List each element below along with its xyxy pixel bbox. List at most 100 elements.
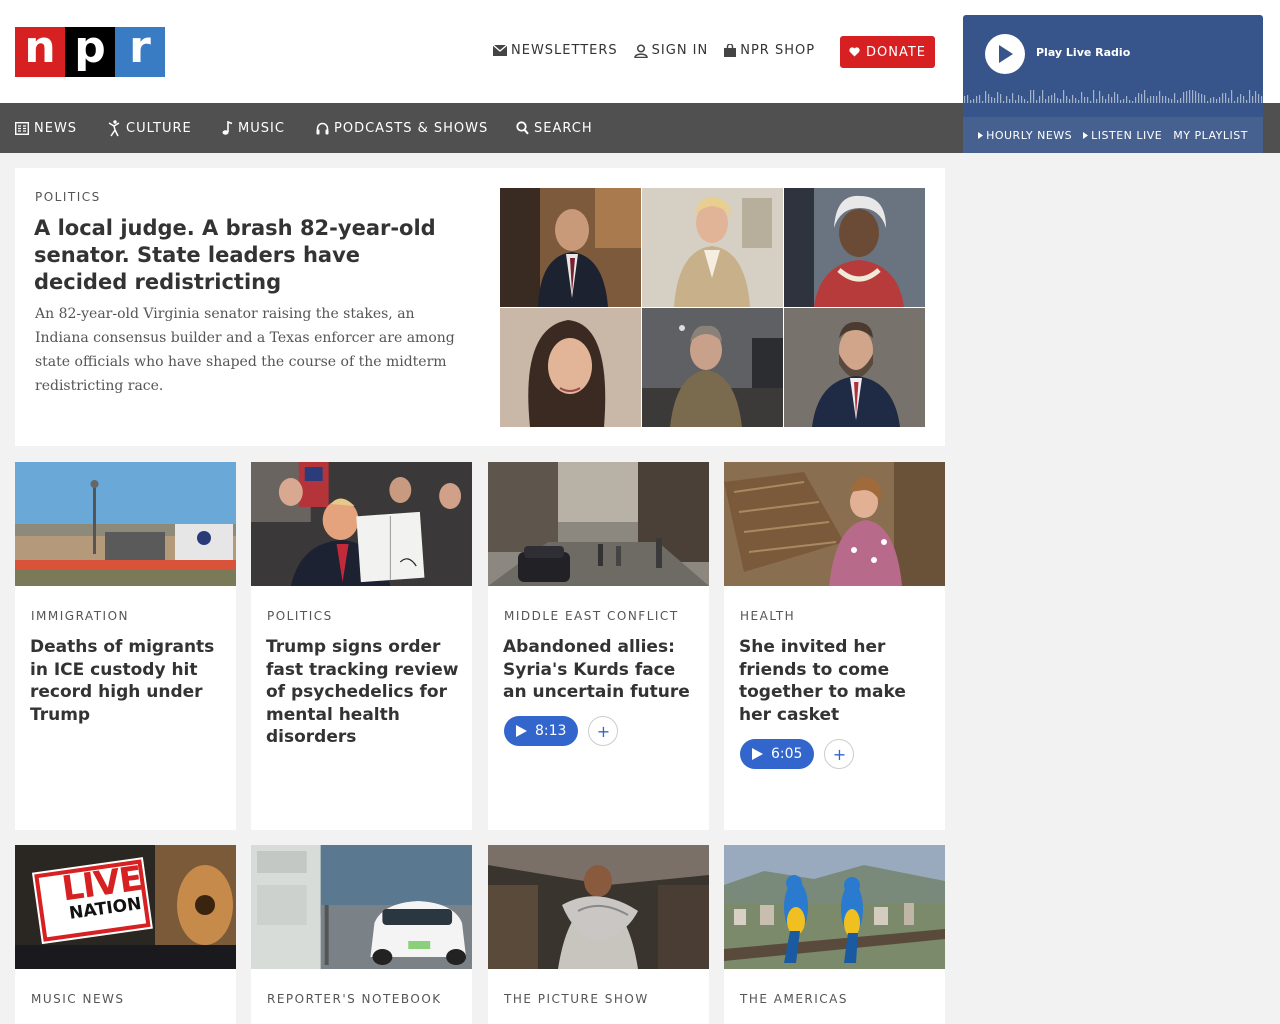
waveform-bar — [988, 94, 990, 103]
photo-official-5 — [642, 308, 783, 427]
listen-live-label: LISTEN LIVE — [1091, 128, 1163, 142]
story-image-signing[interactable] — [251, 462, 472, 586]
newsletters-link[interactable]: NEWSLETTERS — [493, 43, 618, 58]
waveform-bar — [1171, 99, 1173, 103]
story-card[interactable]: THE PICTURE SHOW — [488, 845, 709, 1024]
donate-button[interactable]: DONATE — [840, 36, 935, 68]
nav-item-culture[interactable]: CULTURE — [108, 103, 192, 153]
waveform-bar — [1117, 94, 1119, 103]
story-card[interactable]: MIDDLE EAST CONFLICT Abandoned allies: S… — [488, 462, 709, 830]
card-kicker[interactable]: MUSIC NEWS — [31, 992, 125, 1006]
waveform-bar — [1156, 96, 1158, 103]
add-to-playlist-button[interactable]: + — [588, 716, 619, 746]
nav-label-news: NEWS — [34, 120, 78, 136]
nav-item-music[interactable]: MUSIC — [222, 103, 285, 153]
play-audio-button[interactable]: 6:05 — [740, 739, 815, 769]
photo-official-2 — [642, 188, 783, 307]
nav-item-news[interactable]: NEWS — [15, 103, 77, 153]
play-icon — [999, 45, 1013, 63]
waveform-bar — [1180, 98, 1182, 103]
hourly-news-link[interactable]: HOURLY NEWS — [978, 129, 1072, 142]
waveform-bar — [1084, 97, 1086, 103]
card-headline[interactable]: Trump signs order fast tracking review o… — [266, 636, 461, 749]
photo-official-3 — [784, 188, 925, 307]
sign-in-label: SIGN IN — [651, 43, 709, 58]
waveform-bar — [1114, 92, 1116, 103]
my-playlist-label: MY PLAYLIST — [1173, 128, 1248, 142]
story-card[interactable]: HEALTH She invited her friends to come t… — [724, 462, 945, 830]
waveform-bar — [1120, 100, 1122, 103]
waveform-bar — [970, 100, 972, 103]
card-headline[interactable]: She invited her friends to come together… — [739, 636, 934, 726]
story-card[interactable]: IMMIGRATION Deaths of migrants in ICE cu… — [15, 462, 236, 830]
nav-item-podcasts[interactable]: PODCASTS & SHOWS — [316, 103, 488, 153]
story-headline[interactable]: A local judge. A brash 82-year-old senat… — [34, 215, 454, 296]
waveform-bar — [1144, 90, 1146, 103]
waveform-bar — [1021, 96, 1023, 103]
logo-letter-r: r — [115, 26, 165, 77]
add-to-playlist-button[interactable]: + — [824, 739, 855, 769]
story-image-market[interactable] — [488, 845, 709, 969]
waveform-bar — [1189, 90, 1191, 103]
story-image-street[interactable] — [488, 462, 709, 586]
card-kicker[interactable]: MIDDLE EAST CONFLICT — [504, 609, 679, 623]
story-image-macaws[interactable] — [724, 845, 945, 969]
card-kicker[interactable]: POLITICS — [267, 609, 333, 623]
waveform-bar — [1135, 97, 1137, 103]
waveform-bar — [1015, 100, 1017, 103]
story-card[interactable]: REPORTER'S NOTEBOOK — [251, 845, 472, 1024]
card-kicker[interactable]: IMMIGRATION — [31, 609, 129, 623]
waveform-bar — [1027, 101, 1029, 103]
npr-logo[interactable]: n p r — [15, 26, 165, 77]
story-image-electric-car[interactable] — [251, 845, 472, 969]
card-kicker[interactable]: HEALTH — [740, 609, 795, 623]
waveform-bar — [1252, 96, 1254, 103]
my-playlist-link[interactable]: MY PLAYLIST — [1173, 129, 1248, 142]
waveform-bar — [1000, 94, 1002, 103]
featured-story-photo-collage[interactable] — [500, 188, 925, 427]
waveform-bar — [1237, 97, 1239, 103]
story-card[interactable]: POLITICS Trump signs order fast tracking… — [251, 462, 472, 830]
card-kicker[interactable]: REPORTER'S NOTEBOOK — [267, 992, 442, 1006]
npr-shop-link[interactable]: NPR SHOP — [724, 43, 815, 58]
card-kicker[interactable]: THE AMERICAS — [740, 992, 848, 1006]
waveform-bar — [1255, 91, 1257, 103]
waveform-bar — [1213, 97, 1215, 103]
waveform-bar — [1006, 96, 1008, 103]
story-image-border-facility[interactable] — [15, 462, 236, 586]
photo-official-1 — [500, 188, 641, 307]
waveform-bar — [1186, 91, 1188, 103]
waveform-bar — [1057, 98, 1059, 103]
waveform-bar — [973, 99, 975, 103]
waveform-bar — [1225, 93, 1227, 103]
play-audio-button[interactable]: 8:13 — [504, 716, 579, 746]
waveform-bar — [1240, 94, 1242, 103]
story-kicker[interactable]: POLITICS — [35, 190, 101, 204]
waveform-bar — [1249, 90, 1251, 103]
newsletters-label: NEWSLETTERS — [511, 43, 618, 58]
waveform-bar — [1105, 99, 1107, 103]
story-card[interactable]: THE AMERICAS — [724, 845, 945, 1024]
story-image-live-nation[interactable]: LIVE NATION — [15, 845, 236, 969]
waveform-bar — [985, 91, 987, 103]
sign-in-link[interactable]: SIGN IN — [633, 43, 709, 58]
nav-item-search[interactable]: SEARCH — [516, 103, 593, 153]
waveform-bar — [1051, 95, 1053, 103]
story-card[interactable]: LIVE NATION MUSIC NEWS — [15, 845, 236, 1024]
card-headline[interactable]: Deaths of migrants in ICE custody hit re… — [30, 636, 225, 726]
story-teaser: An 82-year-old Virginia senator raising … — [35, 306, 455, 394]
waveform-bar — [1102, 96, 1104, 103]
waveform-bar — [1054, 93, 1056, 103]
logo-letter-n: n — [15, 26, 65, 77]
waveform-bar — [1150, 96, 1152, 103]
waveform-bar — [1234, 101, 1236, 103]
card-kicker[interactable]: THE PICTURE SHOW — [504, 992, 649, 1006]
listen-live-link[interactable]: LISTEN LIVE — [1083, 129, 1162, 142]
waveform-bar — [1165, 96, 1167, 103]
play-live-radio-button[interactable] — [985, 34, 1025, 74]
waveform-bar — [1024, 99, 1026, 103]
waveform-bar — [1060, 99, 1062, 103]
nav-label-podcasts: PODCASTS & SHOWS — [334, 120, 489, 136]
story-image-casket-weaving[interactable] — [724, 462, 945, 586]
card-headline[interactable]: Abandoned allies: Syria's Kurds face an … — [503, 636, 698, 704]
